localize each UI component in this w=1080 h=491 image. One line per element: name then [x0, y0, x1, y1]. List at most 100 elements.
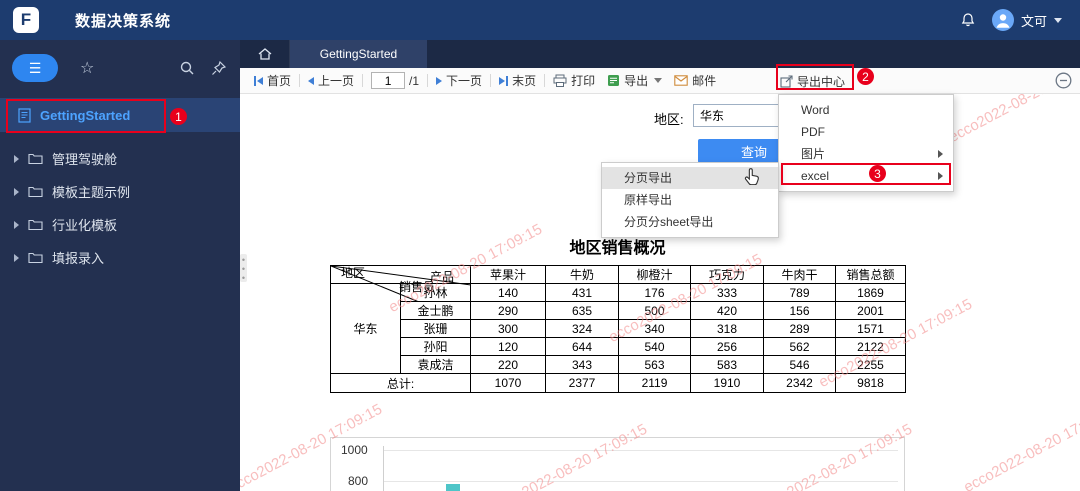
app-logo: F — [13, 7, 39, 33]
corner-header-cell: 产品 销售员 地区 — [330, 265, 471, 302]
sidebar-resize-handle[interactable]: • • • — [240, 254, 247, 283]
mail-button[interactable]: 邮件 — [668, 72, 722, 89]
hamburger-button[interactable]: ☰ — [12, 54, 58, 82]
sidebar-item-label: 管理驾驶舱 — [52, 152, 118, 167]
next-page-button[interactable]: 下一页 — [430, 72, 488, 89]
menu-item-label: 图片 — [801, 147, 826, 161]
cell: 420 — [690, 301, 764, 320]
cell: 562 — [763, 337, 836, 356]
table-row: 张珊 300 324 340 318 289 1571 — [331, 319, 906, 338]
cell: 540 — [618, 337, 691, 356]
total-cell: 1070 — [470, 373, 546, 393]
document-icon — [18, 107, 31, 123]
menu-item-original-export[interactable]: 原样导出 — [602, 189, 778, 211]
tab-home[interactable] — [240, 40, 290, 68]
home-icon — [257, 46, 273, 62]
cell: 289 — [763, 319, 836, 338]
cell: 孙阳 — [400, 337, 471, 356]
app-title: 数据决策系统 — [75, 12, 172, 30]
submenu-arrow-icon — [938, 172, 943, 180]
bell-icon[interactable] — [960, 12, 976, 28]
sidebar-item-theme-demo[interactable]: 模板主题示例 — [0, 175, 240, 208]
sidebar-item-data-entry[interactable]: 填报录入 — [0, 241, 240, 274]
sidebar: ☰ ☆ GettingStarted 管理驾驶舱 模板主题示例 行业化模板 填报… — [0, 40, 240, 491]
cell: 张珊 — [400, 319, 471, 338]
export-center-icon — [780, 74, 793, 88]
export-button[interactable]: 导出 — [601, 72, 668, 89]
chevron-right-icon — [14, 220, 19, 229]
printer-icon — [553, 74, 567, 88]
watermark-text: ecco2022-08-20 17:09:15 — [961, 400, 1080, 491]
sidebar-item-gettingstarted[interactable]: GettingStarted — [0, 98, 240, 132]
chevron-right-icon — [14, 187, 19, 196]
menu-item-paged-sheet-export[interactable]: 分页分sheet导出 — [602, 211, 778, 233]
cell: 140 — [470, 283, 546, 302]
tab-gettingstarted[interactable]: GettingStarted — [290, 40, 427, 68]
menu-item-excel[interactable]: excel — [779, 165, 953, 187]
next-page-label: 下一页 — [446, 74, 483, 88]
cell: 金士鹏 — [400, 301, 471, 320]
mail-icon — [674, 75, 688, 86]
chevron-right-icon — [14, 253, 19, 262]
corner-label-region: 地区 — [341, 266, 366, 280]
menu-item-pdf[interactable]: PDF — [779, 121, 953, 143]
report-content: ••• 地区: 查询 地区销售概况 产品 销售员 地区 — [240, 94, 1080, 491]
last-page-icon — [499, 75, 509, 86]
sidebar-item-label: 模板主题示例 — [52, 185, 131, 200]
watermark-text: ecco2022-08-20 17:09:15 — [946, 94, 1080, 147]
star-icon[interactable]: ☆ — [80, 58, 94, 78]
prev-page-button[interactable]: 上一页 — [302, 72, 360, 89]
total-cell: 2377 — [545, 373, 619, 393]
region-label: 地区: — [654, 112, 684, 127]
pagination-toolbar: 首页 上一页 /1 下一页 末页 打印 — [240, 68, 1080, 94]
total-cell: 2342 — [763, 373, 836, 393]
column-header: 苹果汁 — [470, 265, 546, 284]
first-page-label: 首页 — [267, 74, 292, 88]
menu-item-word[interactable]: Word — [779, 99, 953, 121]
tab-bar: GettingStarted — [240, 40, 1080, 68]
cell: 2122 — [835, 337, 906, 356]
search-icon[interactable] — [179, 60, 195, 76]
folder-icon — [28, 218, 43, 231]
cell: 340 — [618, 319, 691, 338]
user-menu[interactable]: 文可 — [991, 9, 1062, 31]
cell: 500 — [618, 301, 691, 320]
sidebar-item-industry-templates[interactable]: 行业化模板 — [0, 208, 240, 241]
collapse-toolbar-button[interactable] — [1055, 72, 1072, 89]
table-header-row: 产品 销售员 地区 苹果汁 牛奶 柳橙汁 巧克力 牛肉干 销售总额 — [330, 265, 906, 302]
corner-label-salesperson: 销售员 — [399, 280, 436, 294]
total-label: 总计: — [330, 373, 471, 393]
chart-bar — [446, 484, 460, 491]
export-center-button[interactable]: 导出中心 — [780, 68, 845, 94]
mail-label: 邮件 — [692, 74, 717, 88]
sidebar-item-dashboard[interactable]: 管理驾驶舱 — [0, 142, 240, 175]
print-button[interactable]: 打印 — [547, 72, 601, 89]
prev-page-label: 上一页 — [318, 74, 355, 88]
pin-icon[interactable] — [211, 60, 226, 76]
sidebar-item-label: 填报录入 — [52, 251, 105, 266]
cell: 635 — [545, 301, 619, 320]
print-label: 打印 — [571, 74, 596, 88]
sales-table: 产品 销售员 地区 苹果汁 牛奶 柳橙汁 巧克力 牛肉干 销售总额 华东 孙林 … — [330, 265, 906, 393]
column-header: 销售总额 — [835, 265, 906, 284]
user-name: 文可 — [1020, 13, 1047, 29]
cell: 644 — [545, 337, 619, 356]
cell: 120 — [470, 337, 546, 356]
next-page-icon — [436, 76, 443, 85]
page-input[interactable] — [371, 72, 406, 89]
folder-icon — [28, 185, 43, 198]
first-page-icon — [254, 75, 263, 86]
cell: 176 — [618, 283, 691, 302]
cell: 1571 — [835, 319, 906, 338]
menu-item-image[interactable]: 图片 — [779, 143, 953, 165]
first-page-button[interactable]: 首页 — [248, 72, 297, 89]
folder-icon — [28, 152, 43, 165]
excel-submenu: 分页导出 原样导出 分页分sheet导出 — [601, 162, 779, 238]
last-page-button[interactable]: 末页 — [493, 72, 542, 89]
chevron-down-icon — [1054, 17, 1062, 23]
total-cell: 9818 — [835, 373, 906, 393]
menu-item-paged-export[interactable]: 分页导出 — [602, 167, 778, 189]
cell: 324 — [545, 319, 619, 338]
table-row: 金士鹏 290 635 500 420 156 2001 — [331, 301, 906, 320]
cell: 343 — [545, 355, 619, 374]
